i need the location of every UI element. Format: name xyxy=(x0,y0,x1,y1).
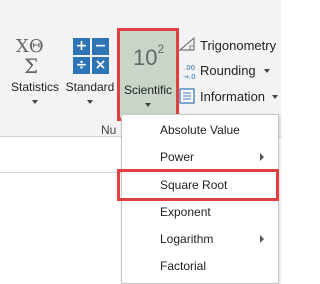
svg-text:→.0: →.0 xyxy=(183,73,196,81)
menu-item-label: Power xyxy=(160,150,195,164)
chevron-down-icon xyxy=(87,100,93,104)
menu-item-factorial[interactable]: Factorial xyxy=(122,253,278,279)
menu-item-logarithm[interactable]: Logarithm xyxy=(122,226,278,252)
submenu-arrow-icon xyxy=(260,153,264,161)
trigonometry-label: Trigonometry xyxy=(200,38,277,53)
trigonometry-icon xyxy=(178,36,198,56)
menu-item-label: Factorial xyxy=(160,259,207,273)
scientific-button[interactable]: 102 Scientific xyxy=(117,28,179,121)
worksheet-line xyxy=(0,172,122,173)
statistics-label: Statistics xyxy=(10,80,59,94)
statistics-button[interactable]: XΘ Σ Statistics xyxy=(5,32,65,118)
chevron-down-icon xyxy=(32,100,38,104)
statistics-icon: XΘ Σ xyxy=(16,36,44,78)
chevron-down-icon xyxy=(264,69,270,73)
information-label: Information xyxy=(200,89,266,104)
menu-item-power[interactable]: Power xyxy=(122,144,278,170)
scientific-label: Scientific xyxy=(123,83,173,97)
standard-icon: + − ÷ × xyxy=(73,38,109,74)
chevron-down-icon xyxy=(145,103,151,107)
svg-text:.00: .00 xyxy=(184,64,195,72)
menu-item-label: Absolute Value xyxy=(160,123,240,137)
standard-label: Standard xyxy=(65,80,115,94)
menu-item-absolute-value[interactable]: Absolute Value xyxy=(122,117,278,143)
menu-item-label: Exponent xyxy=(160,205,211,219)
highlight-box xyxy=(117,169,279,201)
menu-item-exponent[interactable]: Exponent xyxy=(122,199,278,225)
scientific-icon: 102 xyxy=(133,41,165,70)
menu-item-label: Logarithm xyxy=(160,232,214,246)
standard-button[interactable]: + − ÷ × Standard xyxy=(64,32,116,118)
submenu-arrow-icon xyxy=(260,235,264,243)
chevron-down-icon xyxy=(272,95,278,99)
group-label: Nu xyxy=(101,123,117,137)
rounding-label: Rounding xyxy=(200,63,256,78)
rounding-icon: .00 →.0 xyxy=(178,61,198,81)
information-icon xyxy=(178,87,198,107)
